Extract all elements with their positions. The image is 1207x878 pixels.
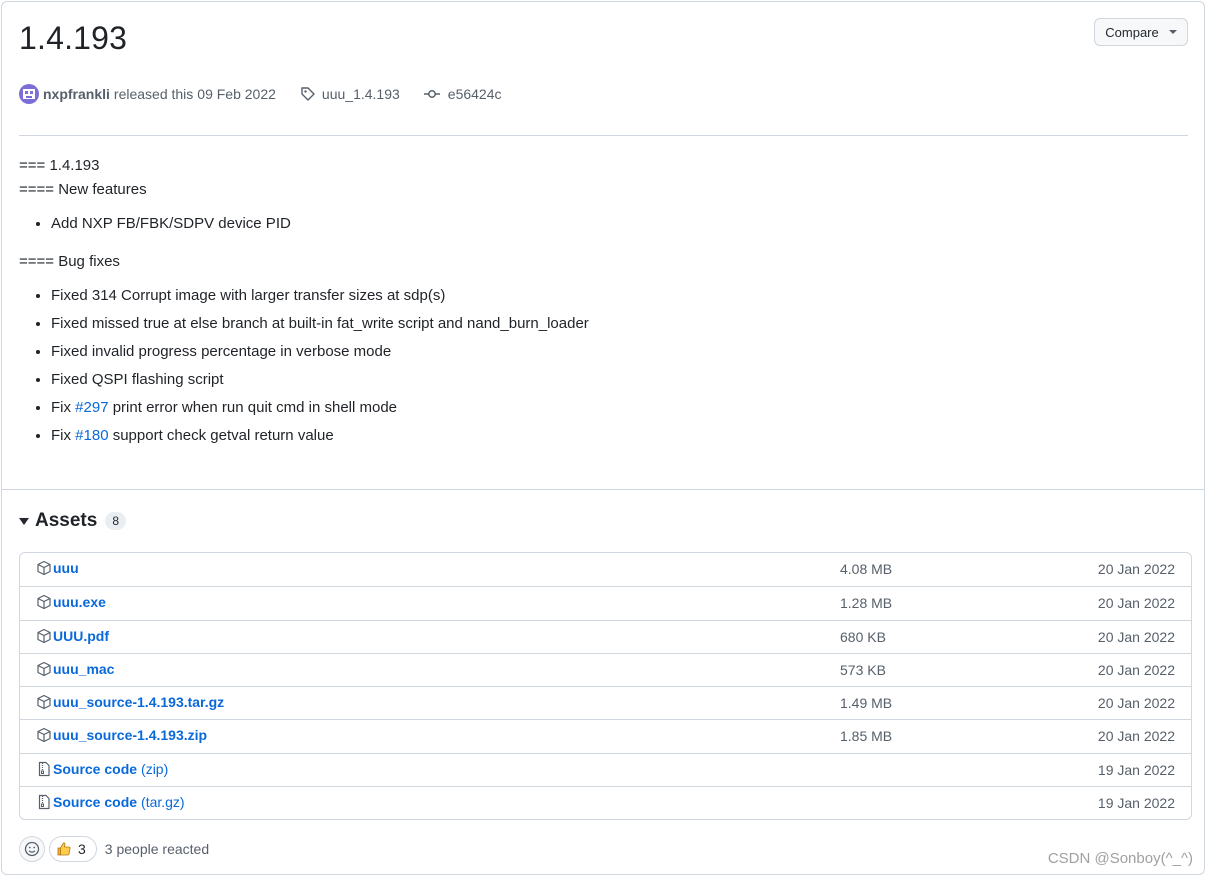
assets-toggle[interactable]: Assets 8 xyxy=(19,510,127,532)
asset-date: 19 Jan 2022 xyxy=(1097,761,1175,778)
author-link[interactable]: nxpfrankli xyxy=(43,86,110,102)
asset-name: uuu_source-1.4.193.tar.gz xyxy=(53,694,225,711)
asset-date: 20 Jan 2022 xyxy=(1097,595,1175,612)
asset-row: uuu 4.08 MB 20 Jan 2022 xyxy=(20,553,1191,586)
fix-text: support check getval return value xyxy=(112,427,334,444)
thumbs-count: 3 xyxy=(78,841,86,857)
asset-link[interactable]: uuu_mac xyxy=(36,661,114,677)
asset-size: 1.85 MB xyxy=(840,728,893,745)
avatar[interactable] xyxy=(19,84,39,104)
list-item: Fix #297 print error when run quit cmd i… xyxy=(51,394,1169,422)
asset-name: UUU.pdf xyxy=(53,627,109,644)
features-list: Add NXP FB/FBK/SDPV device PID xyxy=(19,210,1169,238)
asset-row: Source code (zip) 19 Jan 2022 xyxy=(20,752,1191,786)
asset-date: 20 Jan 2022 xyxy=(1097,695,1175,712)
divider xyxy=(2,489,1204,490)
package-icon xyxy=(37,661,51,676)
package-icon xyxy=(37,560,51,576)
commit-link[interactable]: e56424c xyxy=(423,86,502,102)
asset-name: Source code xyxy=(53,760,138,777)
issue-link-180[interactable]: #180 xyxy=(75,427,108,444)
asset-link[interactable]: uuu_source-1.4.193.zip xyxy=(36,727,207,743)
reactions-summary: 3 people reacted xyxy=(104,841,210,857)
asset-link[interactable]: uuu xyxy=(36,560,79,576)
commit-hash: e56424c xyxy=(447,86,502,102)
list-item: Fixed 314 Corrupt image with larger tran… xyxy=(51,282,1169,310)
asset-suffix: (tar.gz) xyxy=(141,794,185,811)
chevron-down-icon xyxy=(1168,30,1177,34)
asset-row: uuu_mac 573 KB 20 Jan 2022 xyxy=(20,652,1191,686)
asset-size: 1.49 MB xyxy=(840,695,893,712)
thumbs-up-reaction-button[interactable]: 3 xyxy=(49,836,97,862)
tag-label: uuu_1.4.193 xyxy=(321,86,400,102)
asset-date: 20 Jan 2022 xyxy=(1097,661,1175,678)
reactions-bar: 3 3 people reacted xyxy=(19,836,209,862)
tag-icon xyxy=(301,87,315,101)
notes-subheading-features: ==== New features xyxy=(19,181,147,198)
fix-text: print error when run quit cmd in shell m… xyxy=(112,399,398,416)
assets-count-badge: 8 xyxy=(105,512,127,530)
package-icon xyxy=(37,628,51,643)
asset-date: 20 Jan 2022 xyxy=(1097,561,1175,577)
package-icon xyxy=(37,695,51,710)
package-icon xyxy=(37,595,51,610)
asset-name: Source code xyxy=(53,794,138,811)
asset-row: Source code (tar.gz) 19 Jan 2022 xyxy=(20,786,1191,819)
add-reaction-button[interactable] xyxy=(19,836,45,862)
file-zip-icon xyxy=(38,761,50,776)
asset-size: 4.08 MB xyxy=(840,561,893,577)
asset-name: uuu.exe xyxy=(53,594,106,611)
list-item: Fixed QSPI flashing script xyxy=(51,366,1169,394)
divider xyxy=(19,135,1188,136)
release-card: 1.4.193 Compare nxpfrankli released this… xyxy=(1,1,1205,875)
commit-icon xyxy=(423,90,440,98)
assets-label: Assets xyxy=(35,510,98,531)
fix-prefix: Fix xyxy=(51,427,71,444)
released-text: released this xyxy=(113,86,194,102)
compare-label: Compare xyxy=(1105,24,1159,40)
bugfix-list: Fixed 314 Corrupt image with larger tran… xyxy=(19,282,1169,450)
release-meta: nxpfrankli released this 09 Feb 2022 uuu… xyxy=(19,82,502,106)
asset-link[interactable]: uuu.exe xyxy=(36,594,106,610)
asset-row: uuu_source-1.4.193.zip 1.85 MB 20 Jan 20… xyxy=(20,719,1191,752)
package-icon xyxy=(37,728,51,743)
release-title: 1.4.193 xyxy=(19,20,128,56)
asset-date: 20 Jan 2022 xyxy=(1097,628,1175,645)
tag-link[interactable]: uuu_1.4.193 xyxy=(300,86,400,102)
asset-row: uuu.exe 1.28 MB 20 Jan 2022 xyxy=(20,586,1191,619)
asset-size: 1.28 MB xyxy=(840,595,893,612)
list-item: Fixed invalid progress percentage in ver… xyxy=(51,338,1169,366)
notes-subheading-bugfixes: ==== Bug fixes xyxy=(19,253,120,270)
asset-name: uuu_mac xyxy=(53,660,115,677)
list-item: Fix #180 support check getval return val… xyxy=(51,422,1169,450)
release-notes: === 1.4.193 ==== New features Add NXP FB… xyxy=(19,154,1169,462)
asset-link[interactable]: Source code (zip) xyxy=(36,761,168,777)
watermark: CSDN @Sonboy(^_^) xyxy=(1047,850,1193,867)
notes-heading: === 1.4.193 xyxy=(19,157,100,174)
list-item: Fixed missed true at else branch at buil… xyxy=(51,310,1169,338)
thumbs-up-icon xyxy=(57,842,71,856)
asset-row: UUU.pdf 680 KB 20 Jan 2022 xyxy=(20,619,1191,653)
asset-link[interactable]: Source code (tar.gz) xyxy=(36,794,185,810)
list-item: Add NXP FB/FBK/SDPV device PID xyxy=(51,210,1169,238)
asset-size: 573 KB xyxy=(840,661,886,678)
file-zip-icon xyxy=(38,794,50,810)
asset-link[interactable]: UUU.pdf xyxy=(36,628,109,644)
fix-prefix: Fix xyxy=(51,399,71,416)
asset-row: uuu_source-1.4.193.tar.gz 1.49 MB 20 Jan… xyxy=(20,686,1191,719)
asset-link[interactable]: uuu_source-1.4.193.tar.gz xyxy=(36,694,224,710)
assets-list: uuu 4.08 MB 20 Jan 2022 uuu.exe 1.28 MB … xyxy=(19,552,1192,821)
issue-link-297[interactable]: #297 xyxy=(75,399,108,416)
released-date: 09 Feb 2022 xyxy=(197,86,276,102)
asset-date: 19 Jan 2022 xyxy=(1097,795,1175,812)
asset-date: 20 Jan 2022 xyxy=(1097,728,1175,745)
asset-name: uuu xyxy=(53,560,79,576)
asset-size: 680 KB xyxy=(840,628,886,645)
smiley-icon xyxy=(24,841,40,857)
triangle-down-icon xyxy=(19,517,29,525)
asset-suffix: (zip) xyxy=(141,760,169,777)
compare-button[interactable]: Compare xyxy=(1094,18,1188,46)
asset-name: uuu_source-1.4.193.zip xyxy=(53,727,208,744)
